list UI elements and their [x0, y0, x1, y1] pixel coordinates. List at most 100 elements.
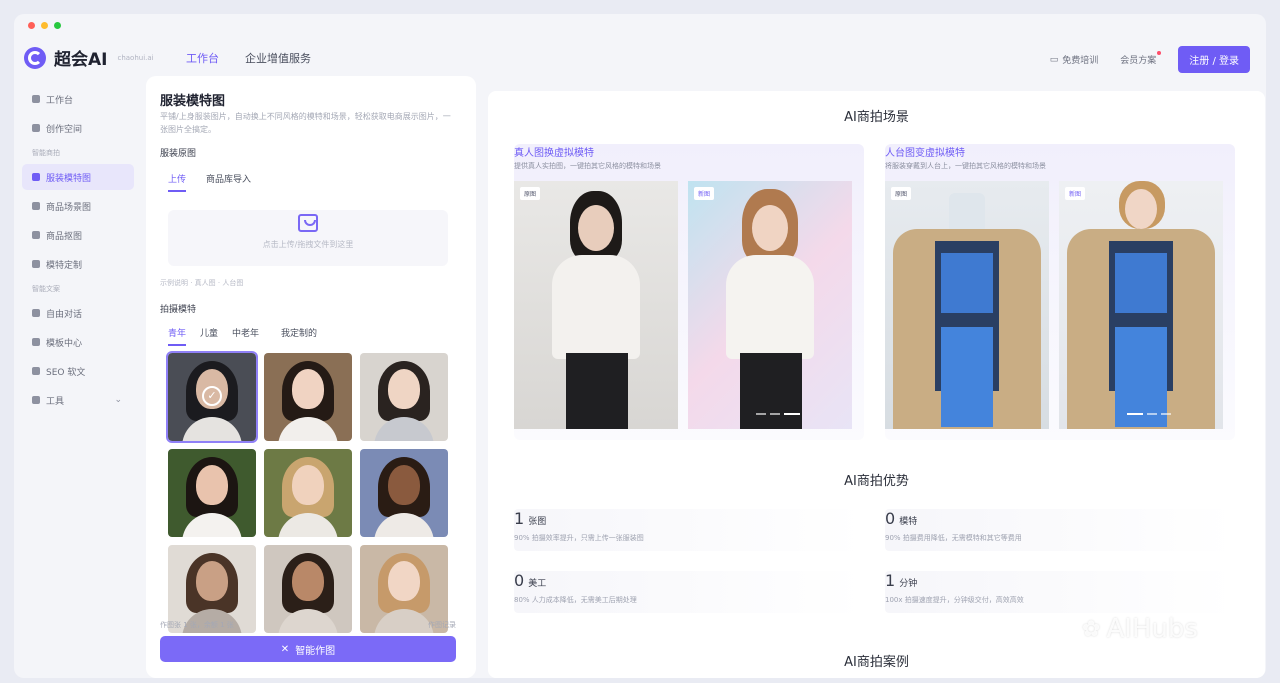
- sidebar-item-model-custom[interactable]: 模特定制: [22, 251, 134, 277]
- advantage-card: 0 模特 90% 拍摄费用降低，无需模特和其它等费用: [885, 509, 1235, 551]
- advantage-value: 0 模特: [885, 509, 918, 528]
- top-header: 超会AI chaohui.ai 工作台 企业增值服务 ▭ 免费培训 会员方案 注…: [14, 38, 1266, 80]
- minimize-window-button[interactable]: [41, 22, 48, 29]
- upload-hint: 示例说明 · 真人图 · 人台图: [160, 279, 244, 287]
- monitor-icon: ▭: [1049, 54, 1059, 65]
- model-tabs: 青年 儿童 中老年 我定制的: [168, 326, 317, 346]
- scene-card-real-photo: 真人图换虚拟模特 提供真人实拍图，一键拍其它风格的模特和场景 原图 新图: [514, 144, 864, 440]
- sidebar-group-label: 智能文案: [32, 285, 60, 293]
- panel-title: 服装模特图: [160, 94, 226, 109]
- original-tag: 原图: [891, 187, 912, 200]
- quota-text: 作图张 1 张，余额 1 张: [160, 621, 234, 629]
- case-section-title: AI商拍案例: [844, 655, 909, 670]
- login-button[interactable]: 注册 / 登录: [1178, 46, 1250, 73]
- tab-elderly[interactable]: 中老年: [232, 326, 259, 346]
- watermark: ✿ AIHubs: [1082, 614, 1198, 644]
- original-photo: 原图: [514, 181, 678, 429]
- chevron-down-icon: ⌄: [114, 395, 122, 405]
- tab-product-library[interactable]: 商品库导入: [206, 172, 251, 192]
- model-thumb[interactable]: [168, 449, 256, 537]
- sidebar-item-seo[interactable]: SEO 软文: [22, 358, 134, 384]
- sidebar-item-creative-space[interactable]: 创作空间: [22, 115, 134, 141]
- image-icon: [32, 202, 40, 210]
- free-training-label: 免费培训: [1062, 56, 1099, 66]
- sidebar-group-label: 智能商拍: [32, 149, 60, 157]
- generated-photo: 新图: [688, 181, 852, 429]
- logo-subtext: chaohui.ai: [117, 53, 154, 62]
- wechat-icon: ✿: [1082, 616, 1101, 642]
- panel-footer-info: 作图张 1 张，余额 1 张 作图记录: [160, 620, 456, 630]
- model-section-label: 拍摄模特: [160, 305, 197, 315]
- tab-upload[interactable]: 上传: [168, 172, 187, 192]
- sidebar-item-label: 模特定制: [46, 260, 83, 271]
- scene-card-title: 真人图换虚拟模特: [514, 148, 594, 159]
- nav-workbench[interactable]: 工作台: [186, 50, 219, 66]
- sidebar-item-label: 工具: [46, 396, 65, 407]
- scene-card-mannequin: 人台图变虚拟模特 将服装穿戴到人台上，一键拍其它风格的模特和场景 原图 新图: [885, 144, 1235, 440]
- user-icon: [32, 260, 40, 268]
- scene-section-title: AI商拍场景: [844, 110, 909, 125]
- new-tag: 新图: [1065, 187, 1086, 200]
- panel-description: 平铺/上身服装图片，自动换上不同风格的模特和场景，轻松获取电商展示图片，一张图片…: [160, 112, 451, 134]
- original-photo: 原图: [885, 181, 1049, 429]
- scene-card-title: 人台图变虚拟模特: [885, 148, 965, 159]
- new-tag: 新图: [694, 187, 715, 200]
- sidebar-item-cutout[interactable]: 商品抠图: [22, 222, 134, 248]
- check-icon: ✓: [202, 386, 222, 406]
- sidebar-item-label: 商品抠图: [46, 231, 83, 242]
- advantage-card: 0 美工 80% 人力成本降低，无需美工后期处理: [514, 571, 864, 613]
- upload-text: 点击上传/拖拽文件到这里: [262, 240, 354, 249]
- logo-icon: [24, 46, 46, 69]
- advantage-desc: 90% 拍摄费用降低，无需模特和其它等费用: [885, 534, 1022, 542]
- advantage-value: 0 美工: [514, 571, 547, 590]
- sidebar-item-workbench[interactable]: 工作台: [22, 86, 134, 112]
- maximize-window-button[interactable]: [54, 22, 61, 29]
- logo[interactable]: 超会AI chaohui.ai: [24, 45, 154, 70]
- tab-youth[interactable]: 青年: [168, 326, 187, 346]
- advantage-card: 1 分钟 100x 拍摄速度提升，分钟级交付，高效高效: [885, 571, 1235, 613]
- generate-button[interactable]: ✕ 智能作图: [160, 636, 456, 662]
- sidebar-item-label: 工作台: [46, 95, 74, 106]
- history-link[interactable]: 作图记录: [428, 620, 456, 630]
- model-thumb[interactable]: [264, 449, 352, 537]
- sidebar-item-product-scene[interactable]: 商品场景图: [22, 193, 134, 219]
- advantage-desc: 90% 拍摄效率提升，只需上传一张服装图: [514, 534, 644, 542]
- membership-link[interactable]: 会员方案: [1120, 51, 1162, 66]
- tools-icon: [32, 396, 40, 404]
- upload-dropzone[interactable]: 点击上传/拖拽文件到这里: [168, 210, 448, 266]
- carousel-dots[interactable]: [1127, 413, 1171, 415]
- advantage-value: 1 分钟: [885, 571, 918, 590]
- google-icon: [32, 367, 40, 375]
- sidebar-item-templates[interactable]: 模板中心: [22, 329, 134, 355]
- app-window: 超会AI chaohui.ai 工作台 企业增值服务 ▭ 免费培训 会员方案 注…: [14, 14, 1266, 678]
- sidebar-item-label: 自由对话: [46, 309, 83, 320]
- scene-card-desc: 将服装穿戴到人台上，一键拍其它风格的模特和场景: [885, 162, 1046, 170]
- window-controls: [28, 22, 61, 29]
- generate-button-label: 智能作图: [295, 645, 336, 657]
- close-window-button[interactable]: [28, 22, 35, 29]
- tab-my-custom[interactable]: 我定制的: [281, 326, 317, 346]
- model-thumb[interactable]: [264, 353, 352, 441]
- home-icon: [32, 95, 40, 103]
- nav-enterprise-services[interactable]: 企业增值服务: [245, 50, 311, 66]
- free-training-link[interactable]: ▭ 免费培训: [1049, 53, 1099, 67]
- model-thumb[interactable]: [360, 353, 448, 441]
- sidebar-item-label: 商品场景图: [46, 202, 92, 213]
- model-thumb[interactable]: ✓: [166, 351, 258, 443]
- header-actions: ▭ 免费培训 会员方案 注册 / 登录: [1050, 46, 1250, 73]
- upload-section-label: 服装原图: [160, 149, 197, 159]
- advantage-value: 1 张图: [514, 509, 547, 528]
- carousel-dots[interactable]: [756, 413, 800, 415]
- tab-children[interactable]: 儿童: [200, 326, 218, 346]
- sidebar-item-label: SEO 软文: [46, 367, 86, 378]
- model-thumb[interactable]: [360, 449, 448, 537]
- magic-wand-icon: ✕: [280, 643, 290, 655]
- sidebar-item-clothing-model[interactable]: 服装模特图: [22, 164, 134, 190]
- intro-panel: AI商拍场景 真人图换虚拟模特 提供真人实拍图，一键拍其它风格的模特和场景 原图…: [488, 91, 1265, 678]
- sidebar-item-label: 服装模特图: [46, 173, 92, 184]
- logo-text: 超会AI: [54, 50, 108, 70]
- sidebar-item-tools[interactable]: 工具 ⌄: [22, 387, 134, 413]
- sidebar-item-free-chat[interactable]: 自由对话: [22, 300, 134, 326]
- original-tag: 原图: [520, 187, 541, 200]
- generated-photo: 新图: [1059, 181, 1223, 429]
